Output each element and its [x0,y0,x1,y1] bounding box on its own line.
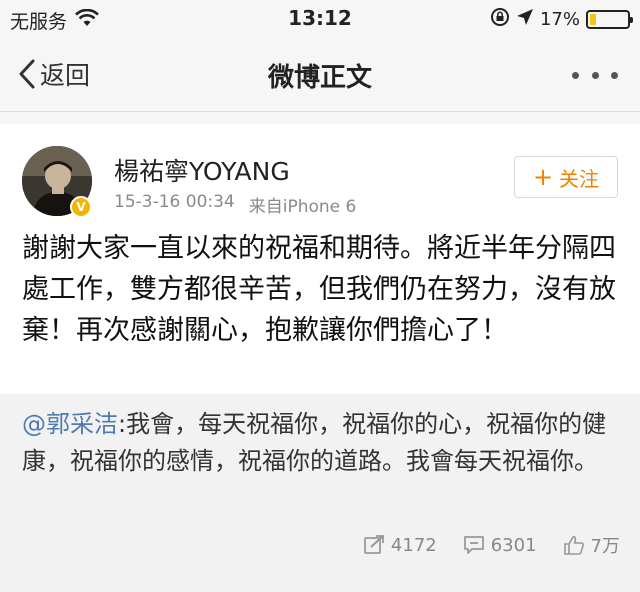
post-source: 来自iPhone 6 [248,197,357,217]
chevron-left-icon [19,59,35,89]
battery-percent: 17% [539,9,580,30]
comment-icon [463,536,484,554]
battery-icon [586,10,633,29]
repost-actions: 4172 6301 7万 [337,532,620,558]
location-arrow-icon [516,8,534,31]
post-meta: 15-3-16 00:34 来自iPhone 6 [114,192,356,217]
dot [572,71,579,79]
repost-icon [364,535,384,554]
status-bar: 无服务 13:12 17% [0,0,640,36]
back-button[interactable]: 返回 [18,56,90,92]
mention-link[interactable]: @郭采洁 [22,410,118,438]
comment-count: 6301 [490,534,537,556]
weibo-post: V 楊祐寧YOYANG 15-3-16 00:34 来自iPhone 6 + 关… [0,124,640,592]
dot [611,71,618,79]
post-date: 15-3-16 00:34 [114,192,235,212]
nav-bar: 返回 微博正文 [0,36,640,112]
post-body: 謝謝大家一直以來的祝福和期待。將近半年分隔四處工作，雙方都很辛苦，但我們仍在努力… [22,233,616,346]
orientation-lock-icon [490,7,510,32]
verified-badge: V [70,196,92,218]
like-count: 7万 [590,536,620,557]
repost-count: 4172 [390,534,437,556]
repost-card[interactable]: @郭采洁:我會，每天祝福你，祝福你的心，祝福你的健康，祝福你的感情，祝福你的道路… [0,394,640,592]
back-label: 返回 [40,61,91,90]
thumbs-up-icon [563,535,584,555]
battery-level [590,14,596,25]
follow-label: 关注 [559,166,600,191]
page-title: 微博正文 [267,63,372,93]
status-right: 17% [484,7,633,32]
repost-body: @郭采洁:我會，每天祝福你，祝福你的心，祝福你的健康，祝福你的感情，祝福你的道路… [22,406,622,480]
comment-count-button[interactable]: 6301 [463,535,537,556]
author-name[interactable]: 楊祐寧YOYANG [114,152,290,188]
plus-icon: + [532,163,554,191]
follow-button[interactable]: + 关注 [514,156,618,198]
like-count-button[interactable]: 7万 [563,532,620,558]
repost-count-button[interactable]: 4172 [363,535,437,556]
dot [591,71,599,79]
more-dots-icon[interactable] [572,68,618,82]
